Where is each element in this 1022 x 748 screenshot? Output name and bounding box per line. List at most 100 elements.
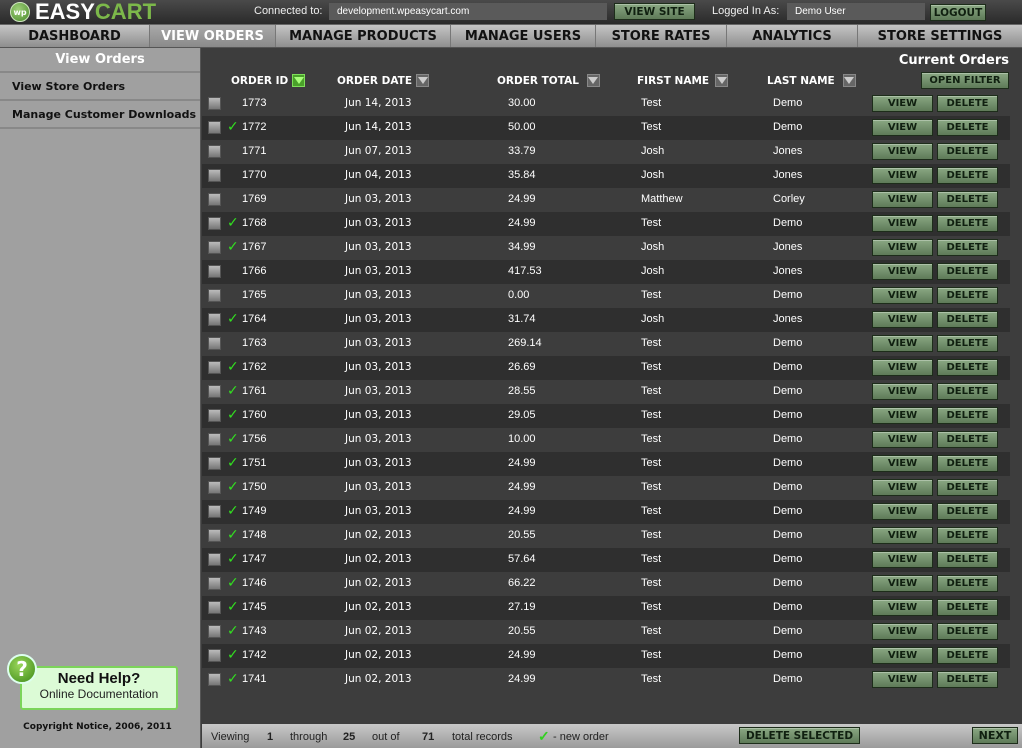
- delete-order-button[interactable]: DELETE: [937, 623, 998, 640]
- view-order-button[interactable]: VIEW: [872, 359, 933, 376]
- view-order-button[interactable]: VIEW: [872, 671, 933, 688]
- row-select-checkbox[interactable]: [208, 625, 221, 638]
- view-order-button[interactable]: VIEW: [872, 407, 933, 424]
- sidebar-item-view-store-orders[interactable]: View Store Orders: [0, 73, 200, 101]
- help-box[interactable]: Need Help? Online Documentation: [20, 666, 178, 710]
- view-order-button[interactable]: VIEW: [872, 287, 933, 304]
- row-select-checkbox[interactable]: [208, 265, 221, 278]
- delete-order-button[interactable]: DELETE: [937, 167, 998, 184]
- delete-order-button[interactable]: DELETE: [937, 455, 998, 472]
- row-select-checkbox[interactable]: [208, 145, 221, 158]
- open-filter-button[interactable]: OPEN FILTER: [921, 72, 1009, 89]
- sort-icon[interactable]: [715, 74, 729, 87]
- delete-order-button[interactable]: DELETE: [937, 647, 998, 664]
- view-order-button[interactable]: VIEW: [872, 431, 933, 448]
- col-order-id[interactable]: ORDER ID: [231, 74, 306, 87]
- view-order-button[interactable]: VIEW: [872, 143, 933, 160]
- view-order-button[interactable]: VIEW: [872, 191, 933, 208]
- delete-order-button[interactable]: DELETE: [937, 239, 998, 256]
- delete-order-button[interactable]: DELETE: [937, 671, 998, 688]
- nav-view-orders[interactable]: VIEW ORDERS: [150, 25, 276, 47]
- delete-order-button[interactable]: DELETE: [937, 143, 998, 160]
- col-first-name[interactable]: FIRST NAME: [637, 74, 729, 87]
- col-order-date[interactable]: ORDER DATE: [337, 74, 430, 87]
- row-select-checkbox[interactable]: [208, 649, 221, 662]
- view-order-button[interactable]: VIEW: [872, 479, 933, 496]
- row-select-checkbox[interactable]: [208, 673, 221, 686]
- col-last-name[interactable]: LAST NAME: [767, 74, 856, 87]
- delete-order-button[interactable]: DELETE: [937, 95, 998, 112]
- view-order-button[interactable]: VIEW: [872, 455, 933, 472]
- nav-store-rates[interactable]: STORE RATES: [596, 25, 727, 47]
- view-order-button[interactable]: VIEW: [872, 335, 933, 352]
- row-select-checkbox[interactable]: [208, 409, 221, 422]
- row-select-checkbox[interactable]: [208, 217, 221, 230]
- sidebar-item-manage-customer-downloads[interactable]: Manage Customer Downloads: [0, 101, 200, 129]
- view-order-button[interactable]: VIEW: [872, 503, 933, 520]
- delete-order-button[interactable]: DELETE: [937, 575, 998, 592]
- view-order-button[interactable]: VIEW: [872, 239, 933, 256]
- row-select-checkbox[interactable]: [208, 193, 221, 206]
- sort-desc-icon[interactable]: [292, 74, 306, 87]
- view-order-button[interactable]: VIEW: [872, 119, 933, 136]
- row-select-checkbox[interactable]: [208, 505, 221, 518]
- row-select-checkbox[interactable]: [208, 313, 221, 326]
- nav-manage-users[interactable]: MANAGE USERS: [451, 25, 596, 47]
- delete-order-button[interactable]: DELETE: [937, 191, 998, 208]
- col-order-total[interactable]: ORDER TOTAL: [497, 74, 600, 87]
- row-select-checkbox[interactable]: [208, 385, 221, 398]
- nav-dashboard[interactable]: DASHBOARD: [0, 25, 150, 47]
- sort-icon[interactable]: [586, 74, 600, 87]
- row-select-checkbox[interactable]: [208, 529, 221, 542]
- help-widget[interactable]: ? Need Help? Online Documentation: [7, 654, 182, 712]
- delete-order-button[interactable]: DELETE: [937, 407, 998, 424]
- view-order-button[interactable]: VIEW: [872, 527, 933, 544]
- nav-store-settings[interactable]: STORE SETTINGS: [858, 25, 1022, 47]
- delete-order-button[interactable]: DELETE: [937, 215, 998, 232]
- view-order-button[interactable]: VIEW: [872, 215, 933, 232]
- row-select-checkbox[interactable]: [208, 481, 221, 494]
- delete-selected-button[interactable]: DELETE SELECTED: [739, 727, 860, 744]
- view-order-button[interactable]: VIEW: [872, 263, 933, 280]
- delete-order-button[interactable]: DELETE: [937, 287, 998, 304]
- sort-icon[interactable]: [842, 74, 856, 87]
- delete-order-button[interactable]: DELETE: [937, 383, 998, 400]
- row-select-checkbox[interactable]: [208, 97, 221, 110]
- delete-order-button[interactable]: DELETE: [937, 431, 998, 448]
- delete-order-button[interactable]: DELETE: [937, 503, 998, 520]
- view-order-button[interactable]: VIEW: [872, 647, 933, 664]
- delete-order-button[interactable]: DELETE: [937, 119, 998, 136]
- sort-icon[interactable]: [416, 74, 430, 87]
- logout-button[interactable]: LOGOUT: [930, 4, 986, 21]
- nav-analytics[interactable]: ANALYTICS: [727, 25, 858, 47]
- row-select-checkbox[interactable]: [208, 553, 221, 566]
- view-order-button[interactable]: VIEW: [872, 551, 933, 568]
- next-page-button[interactable]: NEXT: [972, 727, 1018, 744]
- view-order-button[interactable]: VIEW: [872, 575, 933, 592]
- nav-manage-products[interactable]: MANAGE PRODUCTS: [276, 25, 451, 47]
- view-order-button[interactable]: VIEW: [872, 95, 933, 112]
- row-select-checkbox[interactable]: [208, 601, 221, 614]
- delete-order-button[interactable]: DELETE: [937, 599, 998, 616]
- row-select-checkbox[interactable]: [208, 337, 221, 350]
- view-order-button[interactable]: VIEW: [872, 167, 933, 184]
- view-order-button[interactable]: VIEW: [872, 623, 933, 640]
- view-order-button[interactable]: VIEW: [872, 311, 933, 328]
- row-select-checkbox[interactable]: [208, 289, 221, 302]
- row-select-checkbox[interactable]: [208, 121, 221, 134]
- row-select-checkbox[interactable]: [208, 433, 221, 446]
- delete-order-button[interactable]: DELETE: [937, 335, 998, 352]
- row-select-checkbox[interactable]: [208, 241, 221, 254]
- delete-order-button[interactable]: DELETE: [937, 479, 998, 496]
- row-select-checkbox[interactable]: [208, 169, 221, 182]
- help-docs-link[interactable]: Online Documentation: [22, 687, 176, 701]
- delete-order-button[interactable]: DELETE: [937, 263, 998, 280]
- delete-order-button[interactable]: DELETE: [937, 359, 998, 376]
- row-select-checkbox[interactable]: [208, 577, 221, 590]
- row-select-checkbox[interactable]: [208, 457, 221, 470]
- delete-order-button[interactable]: DELETE: [937, 551, 998, 568]
- view-site-button[interactable]: VIEW SITE: [614, 3, 695, 20]
- delete-order-button[interactable]: DELETE: [937, 311, 998, 328]
- row-select-checkbox[interactable]: [208, 361, 221, 374]
- view-order-button[interactable]: VIEW: [872, 599, 933, 616]
